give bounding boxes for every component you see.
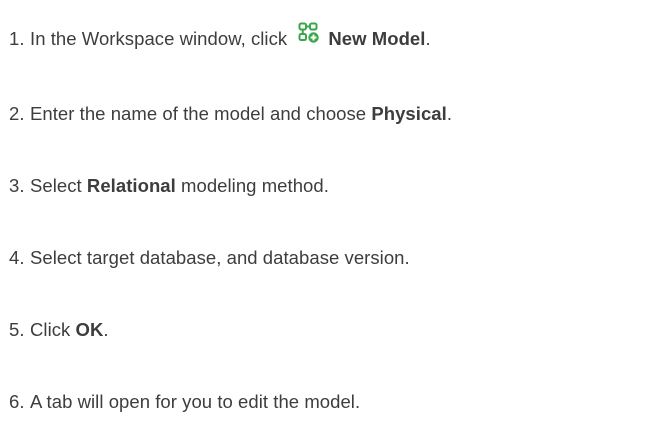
step-text-post: .: [446, 103, 453, 124]
step-text-pre: In the Workspace window, click: [30, 28, 293, 49]
step-number: 3.: [9, 175, 25, 196]
step-number: 5.: [9, 319, 25, 340]
step-number: 6.: [9, 391, 25, 412]
step-text-post: .: [425, 28, 431, 49]
step-text-post: .: [103, 319, 109, 340]
step-5: 5. Click OK .: [9, 317, 109, 343]
step-1: 1. In the Workspace window, click New Mo…: [9, 22, 431, 52]
step-number: 2.: [9, 103, 25, 124]
step-text-bold: Physical: [371, 103, 447, 124]
step-text-pre: Select target database, and database ver…: [30, 247, 410, 268]
step-text: Select target database, and database ver…: [30, 247, 410, 269]
step-text-pre: Select: [30, 175, 87, 196]
step-text-post: modeling method.: [175, 175, 329, 196]
step-6: 6. A tab will open for you to edit the m…: [9, 389, 360, 415]
step-4: 4. Select target database, and database …: [9, 245, 410, 271]
step-text: Enter the name of the model and choose P…: [30, 103, 452, 125]
step-text: Click OK .: [30, 319, 109, 341]
step-text: A tab will open for you to edit the mode…: [30, 391, 360, 413]
step-text-pre: A tab will open for you to edit the mode…: [30, 391, 361, 412]
new-model-icon: [298, 22, 320, 44]
step-text-bold: OK: [75, 319, 104, 340]
step-text-bold: New Model: [328, 28, 426, 49]
step-2: 2. Enter the name of the model and choos…: [9, 101, 452, 127]
step-text: Select Relational modeling method.: [30, 175, 329, 197]
step-3: 3. Select Relational modeling method.: [9, 173, 329, 199]
step-text-bold: Relational: [86, 175, 176, 196]
step-number: 1.: [9, 28, 25, 49]
step-text-pre: Click: [30, 319, 76, 340]
step-text-pre: Enter the name of the model and choose: [30, 103, 372, 124]
step-number: 4.: [9, 247, 25, 268]
step-text: In the Workspace window, click New Model…: [30, 22, 431, 50]
